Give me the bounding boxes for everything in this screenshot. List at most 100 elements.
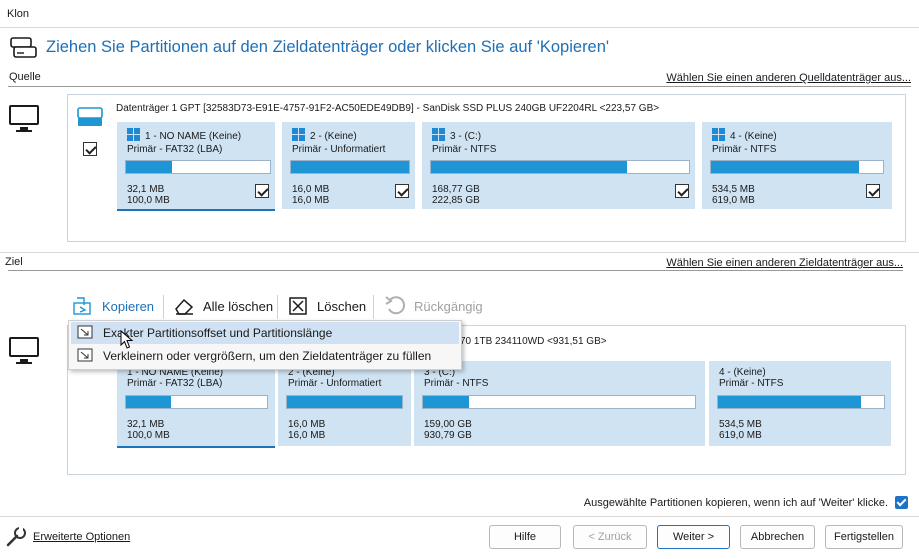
target-label: Ziel bbox=[5, 256, 23, 268]
finish-button[interactable]: Fertigstellen bbox=[825, 525, 903, 549]
source-partition[interactable]: 2 - (Keine) Primär - Unformatiert 16,0 M… bbox=[282, 122, 415, 209]
back-button[interactable]: < Zurück bbox=[573, 525, 647, 549]
source-label: Quelle bbox=[9, 71, 41, 83]
delete-all-label: Alle löschen bbox=[203, 298, 274, 314]
change-target-link[interactable]: Wählen Sie einen anderen Zieldatenträger… bbox=[666, 257, 903, 269]
usage-fill bbox=[291, 161, 409, 173]
delete-button[interactable]: Löschen bbox=[288, 292, 366, 320]
toolbar-separator bbox=[163, 295, 164, 319]
partition-fs: Primär - NTFS bbox=[424, 378, 489, 389]
source-disk-checkbox[interactable] bbox=[83, 142, 97, 156]
next-button[interactable]: Weiter > bbox=[657, 525, 730, 549]
partition-checkbox[interactable] bbox=[866, 184, 880, 198]
partition-used: 16,0 MB bbox=[288, 419, 326, 430]
title-divider bbox=[0, 27, 919, 28]
target-disk-title: 70 1TB 234110WD <931,51 GB> bbox=[460, 336, 607, 347]
window-title: Klon bbox=[7, 8, 30, 20]
partition-used: 534,5 MB bbox=[712, 184, 755, 195]
usage-bar bbox=[125, 160, 271, 174]
usage-fill bbox=[431, 161, 628, 173]
usage-bar bbox=[710, 160, 884, 174]
partition-fs: Primär - Unformatiert bbox=[288, 378, 382, 389]
partition-used: 32,1 MB bbox=[127, 419, 165, 430]
partition-capacity: 930,79 GB bbox=[424, 430, 472, 441]
usage-bar bbox=[286, 395, 403, 409]
delete-box-icon bbox=[288, 296, 308, 316]
partition-fs: Primär - FAT32 (LBA) bbox=[127, 378, 223, 389]
cancel-button[interactable]: Abbrechen bbox=[740, 525, 815, 549]
usage-bar bbox=[717, 395, 885, 409]
target-monitor-icon bbox=[9, 337, 39, 364]
partition-fs: Primär - FAT32 (LBA) bbox=[127, 144, 223, 155]
target-partition[interactable]: 1 - NO NAME (Keine) Primär - FAT32 (LBA)… bbox=[117, 361, 275, 448]
usage-fill bbox=[126, 396, 172, 408]
partition-checkbox[interactable] bbox=[395, 184, 409, 198]
usage-fill bbox=[711, 161, 859, 173]
partition-title: 3 - (C:) bbox=[450, 131, 482, 142]
windows-icon bbox=[127, 128, 140, 141]
section-divider bbox=[0, 252, 919, 253]
partition-checkbox[interactable] bbox=[255, 184, 269, 198]
windows-icon bbox=[432, 128, 445, 141]
partition-used: 32,1 MB bbox=[127, 184, 165, 195]
partition-fs: Primär - NTFS bbox=[719, 378, 784, 389]
partition-title: 4 - (Keine) bbox=[730, 131, 777, 142]
partition-capacity: 619,0 MB bbox=[712, 195, 755, 206]
menu-item-label: Verkleinern oder vergrößern, um den Ziel… bbox=[103, 349, 432, 363]
usage-fill bbox=[287, 396, 402, 408]
partition-fs: Primär - Unformatiert bbox=[292, 144, 386, 155]
toolbar-separator bbox=[277, 295, 278, 319]
partition-capacity: 100,0 MB bbox=[127, 430, 170, 441]
partition-checkbox[interactable] bbox=[675, 184, 689, 198]
target-partition[interactable]: 2 - (Keine) Primär - Unformatiert 16,0 M… bbox=[278, 361, 411, 446]
source-partition[interactable]: 4 - (Keine) Primär - NTFS 534,5 MB 619,0… bbox=[702, 122, 892, 209]
partition-title: 4 - (Keine) bbox=[719, 367, 766, 378]
usage-bar bbox=[430, 160, 690, 174]
help-button[interactable]: Hilfe bbox=[489, 525, 561, 549]
change-source-link[interactable]: Wählen Sie einen anderen Quelldatenträge… bbox=[666, 72, 911, 84]
usage-bar bbox=[290, 160, 410, 174]
source-monitor-icon bbox=[9, 105, 39, 132]
auto-copy-checkbox[interactable] bbox=[895, 496, 908, 509]
auto-copy-label: Ausgewählte Partitionen kopieren, wenn i… bbox=[583, 497, 888, 509]
target-partition[interactable]: 3 - (C:) Primär - NTFS 159,00 GB 930,79 … bbox=[414, 361, 705, 446]
usage-fill bbox=[718, 396, 861, 408]
usage-bar bbox=[422, 395, 696, 409]
copy-button[interactable]: Kopieren bbox=[72, 292, 154, 320]
delete-label: Löschen bbox=[317, 298, 367, 314]
partition-fs: Primär - NTFS bbox=[432, 144, 497, 155]
windows-icon bbox=[292, 128, 305, 141]
eraser-icon bbox=[173, 296, 195, 316]
usage-fill bbox=[126, 161, 173, 173]
source-partition[interactable]: 3 - (C:) Primär - NTFS 168,77 GB 222,85 … bbox=[422, 122, 695, 209]
menu-item-label: Exakter Partitionsoffset und Partitionsl… bbox=[103, 326, 333, 340]
usage-bar bbox=[125, 395, 268, 409]
page-title: Ziehen Sie Partitionen auf den Zieldaten… bbox=[46, 38, 610, 56]
target-divider bbox=[8, 270, 903, 271]
source-partition[interactable]: 1 - NO NAME (Keine) Primär - FAT32 (LBA)… bbox=[117, 122, 275, 211]
copy-icon bbox=[72, 295, 94, 317]
disk-drive-icon bbox=[77, 106, 103, 126]
partition-capacity: 100,0 MB bbox=[127, 195, 170, 206]
partition-used: 159,00 GB bbox=[424, 419, 472, 430]
partition-resize-icon bbox=[77, 348, 93, 362]
partition-title: 1 - NO NAME (Keine) bbox=[145, 131, 242, 142]
delete-all-button[interactable]: Alle löschen bbox=[173, 292, 273, 320]
partition-used: 168,77 GB bbox=[432, 184, 480, 195]
partition-capacity: 619,0 MB bbox=[719, 430, 762, 441]
partition-used: 16,0 MB bbox=[292, 184, 330, 195]
partition-copy-icon bbox=[77, 325, 93, 339]
mouse-cursor-icon bbox=[120, 329, 134, 350]
undo-icon bbox=[384, 294, 408, 318]
toolbar-separator bbox=[373, 295, 374, 319]
advanced-options-link[interactable]: Erweiterte Optionen bbox=[33, 531, 130, 543]
copy-label: Kopieren bbox=[102, 298, 155, 314]
partition-capacity: 16,0 MB bbox=[292, 195, 330, 206]
source-disk-title: Datenträger 1 GPT [32583D73-E91E-4757-91… bbox=[116, 103, 660, 114]
partition-capacity: 222,85 GB bbox=[432, 195, 480, 206]
partition-used: 534,5 MB bbox=[719, 419, 762, 430]
target-partition[interactable]: 4 - (Keine) Primär - NTFS 534,5 MB 619,0… bbox=[709, 361, 891, 446]
source-divider bbox=[8, 86, 911, 87]
undo-button[interactable]: Rückgängig bbox=[384, 292, 483, 320]
footer-divider bbox=[0, 516, 919, 517]
